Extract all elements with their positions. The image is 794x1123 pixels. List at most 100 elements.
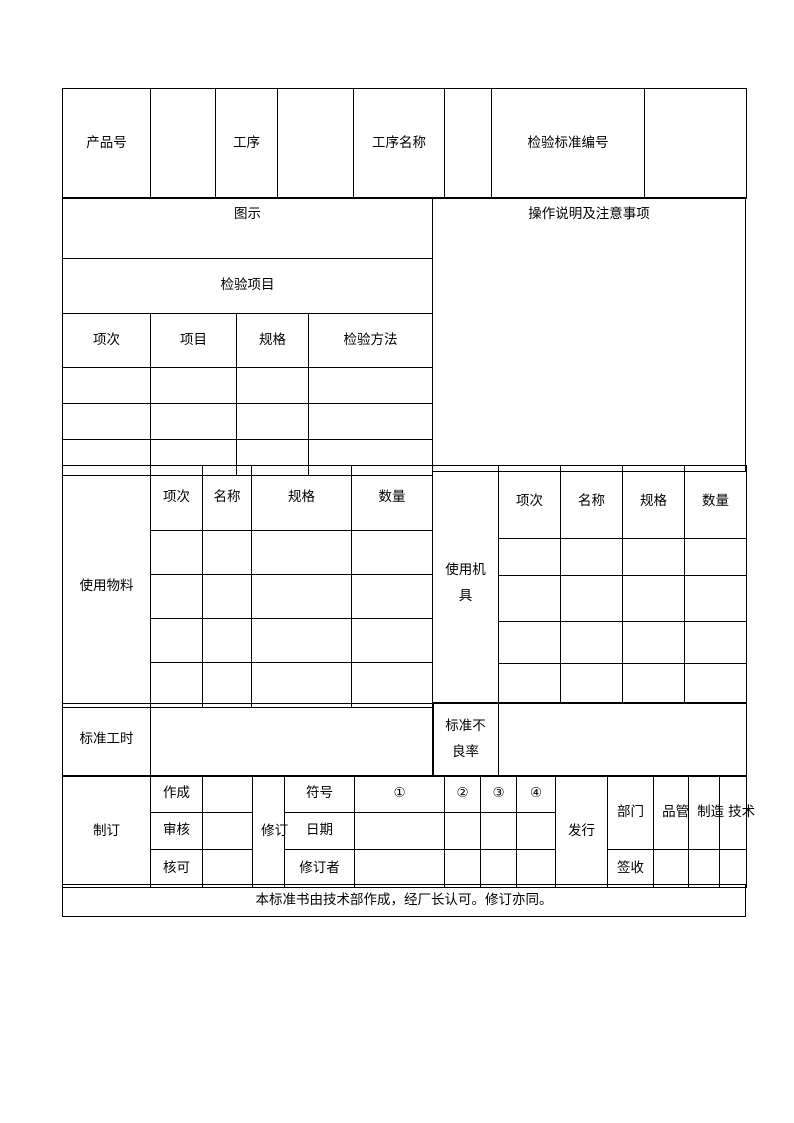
materials-cell[interactable]	[251, 662, 352, 708]
process-value[interactable]	[277, 88, 354, 199]
role-value-review[interactable]	[202, 812, 253, 850]
revision-reviser-2[interactable]	[444, 849, 481, 888]
dept-header-eng: 技术	[719, 775, 755, 850]
dept-value-qc[interactable]	[653, 849, 689, 888]
materials-cell[interactable]	[150, 530, 203, 575]
materials-cell[interactable]	[150, 574, 203, 619]
signature-table: 制订 作成 修订 符号 ① ② ③ ④ 发行 部门 品管 制造 技术 审核 日期…	[62, 775, 755, 888]
materials-cell[interactable]	[251, 574, 352, 619]
materials-cell[interactable]	[150, 618, 203, 663]
defect-rate-label-line1: 标准不	[445, 718, 486, 735]
materials-cell[interactable]	[202, 662, 252, 708]
dept-header-eng-text: 技术	[728, 803, 756, 820]
inspection-col-spec: 规格	[236, 313, 309, 368]
revision-label: 修订	[252, 775, 288, 888]
dept-header-qc-text: 品管	[662, 803, 690, 820]
process-name-value[interactable]	[444, 88, 492, 199]
defect-rate-table: 标准不良率	[432, 703, 747, 777]
tools-cell[interactable]	[684, 663, 747, 703]
role-value-approve[interactable]	[202, 849, 253, 888]
materials-cell[interactable]	[202, 574, 252, 619]
standard-no-value[interactable]	[644, 88, 747, 199]
role-value-create[interactable]	[202, 775, 253, 813]
defect-rate-label: 标准不良率	[432, 703, 499, 777]
tools-cell[interactable]	[560, 663, 623, 703]
revision-reviser-4[interactable]	[516, 849, 556, 888]
inspection-cell[interactable]	[308, 367, 433, 404]
inspection-cell[interactable]	[308, 403, 433, 440]
materials-cell[interactable]	[251, 530, 352, 575]
footer-note-text: 本标准书由技术部作成，经厂长认可。修订亦同。	[62, 884, 746, 917]
revision-date-2[interactable]	[444, 812, 481, 850]
dept-value-eng[interactable]	[719, 849, 747, 888]
operation-section: 操作说明及注意事项	[432, 197, 746, 472]
table-row: 检验项目	[62, 258, 433, 314]
revision-date-3[interactable]	[480, 812, 517, 850]
inspection-cell[interactable]	[236, 403, 309, 440]
tools-cell[interactable]	[560, 538, 623, 576]
receipt-label: 签收	[607, 849, 654, 888]
tools-cell[interactable]	[498, 663, 561, 703]
materials-cell[interactable]	[202, 618, 252, 663]
tools-cell[interactable]	[622, 575, 685, 622]
inspection-cell[interactable]	[236, 367, 309, 404]
revision-reviser-1[interactable]	[354, 849, 445, 888]
tools-cell[interactable]	[684, 621, 747, 664]
revision-reviser-3[interactable]	[480, 849, 517, 888]
revision-date-4[interactable]	[516, 812, 556, 850]
tools-cell[interactable]	[498, 575, 561, 622]
table-row: 使用物料 项次 名称 规格 数量	[62, 465, 433, 708]
inspection-cell[interactable]	[62, 367, 151, 404]
tools-cell[interactable]	[498, 538, 561, 576]
product-no-value[interactable]	[150, 88, 216, 199]
materials-cell[interactable]	[351, 574, 433, 619]
document-page: 产品号 工序 工序名称 检验标准编号 图示 检验项目 项次 项目 规格 检验方法…	[0, 0, 794, 1123]
inspection-cell[interactable]	[62, 403, 151, 440]
table-row: 图示	[62, 197, 433, 259]
table-row: 产品号 工序 工序名称 检验标准编号	[62, 88, 747, 199]
tools-cell[interactable]	[684, 538, 747, 576]
inspection-cell[interactable]	[150, 367, 237, 404]
role-label-review: 审核	[150, 812, 203, 850]
dept-label-text: 部门	[617, 803, 644, 820]
diagram-inspection-section: 图示 检验项目 项次 项目 规格 检验方法	[62, 197, 433, 476]
materials-col-qty: 数量	[351, 465, 433, 531]
revision-date-1[interactable]	[354, 812, 445, 850]
materials-cell[interactable]	[251, 618, 352, 663]
defect-rate-value[interactable]	[498, 703, 747, 777]
tools-section: 使用机具 项次 名称 规格 数量	[432, 465, 747, 703]
tools-cell[interactable]	[622, 663, 685, 703]
materials-cell[interactable]	[202, 530, 252, 575]
inspection-cell[interactable]	[150, 403, 237, 440]
revision-symbol-1: ①	[354, 775, 445, 813]
standard-no-label: 检验标准编号	[491, 88, 645, 199]
revision-symbol-4: ④	[516, 775, 556, 813]
tools-table: 使用机具 项次 名称 规格 数量	[432, 465, 747, 703]
standard-time-value[interactable]	[150, 703, 434, 777]
tools-cell[interactable]	[560, 621, 623, 664]
materials-cell[interactable]	[351, 662, 433, 708]
materials-cell[interactable]	[150, 662, 203, 708]
materials-col-spec: 规格	[251, 465, 352, 531]
materials-cell[interactable]	[351, 530, 433, 575]
revision-row-label-reviser: 修订者	[284, 849, 355, 888]
signature-section: 制订 作成 修订 符号 ① ② ③ ④ 发行 部门 品管 制造 技术 审核 日期…	[62, 775, 755, 888]
tools-col-qty: 数量	[684, 465, 747, 539]
table-row: 标准工时	[62, 703, 434, 777]
dept-header-mfg: 制造	[688, 775, 724, 850]
tools-cell[interactable]	[560, 575, 623, 622]
form-sheet: 产品号 工序 工序名称 检验标准编号 图示 检验项目 项次 项目 规格 检验方法…	[62, 88, 755, 917]
tools-cell[interactable]	[684, 575, 747, 622]
revision-symbol-3: ③	[480, 775, 517, 813]
tools-cell[interactable]	[622, 538, 685, 576]
dept-label: 部门	[607, 775, 654, 850]
revision-symbol-2: ②	[444, 775, 481, 813]
dept-value-mfg[interactable]	[688, 849, 720, 888]
tools-cell[interactable]	[622, 621, 685, 664]
materials-cell[interactable]	[351, 618, 433, 663]
inspection-col-item: 项目	[150, 313, 237, 368]
issue-label: 发行	[555, 775, 608, 888]
inspection-col-method: 检验方法	[308, 313, 433, 368]
table-row: 项次 项目 规格 检验方法	[62, 313, 433, 368]
tools-cell[interactable]	[498, 621, 561, 664]
